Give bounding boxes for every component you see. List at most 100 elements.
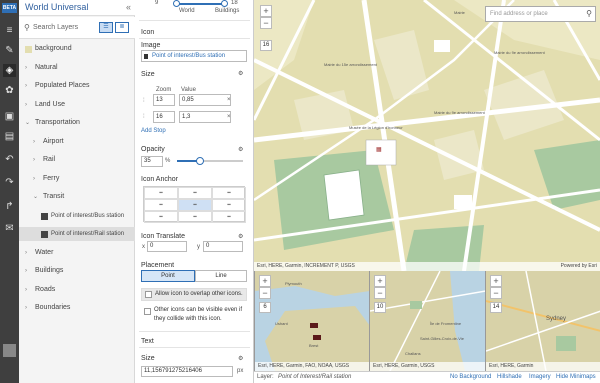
zoom-out-button[interactable]: − (260, 17, 272, 29)
layer-label: Populated Places (35, 82, 90, 89)
chevron-right-icon[interactable]: › (25, 264, 27, 278)
layer-item[interactable]: › Rail (19, 153, 135, 167)
settings-icon[interactable]: ⚙ (238, 355, 243, 362)
hamburger-icon[interactable]: ≡ (3, 24, 16, 37)
placement-line-button[interactable]: Line (195, 270, 247, 282)
zoom-max-handle[interactable] (221, 0, 228, 7)
zoom-in-button[interactable]: + (490, 275, 502, 287)
imagery-link[interactable]: Imagery (529, 372, 551, 383)
map-search[interactable]: Find address or place ⚲ (485, 6, 596, 22)
anchor-cell[interactable]: ▪▪ (212, 211, 246, 223)
layer-item[interactable]: › Populated Places (19, 79, 135, 93)
drag-handle-icon[interactable]: ⁞ (143, 98, 145, 104)
zoom-in-button[interactable]: + (259, 275, 271, 287)
chevron-right-icon[interactable]: › (25, 301, 27, 315)
layer-item[interactable]: › Roads (19, 283, 135, 297)
anchor-cell[interactable]: ▪▪ (178, 199, 212, 211)
hillshade-link[interactable]: Hillshade (497, 372, 522, 383)
anchor-cell[interactable]: ▪▪ (144, 187, 178, 199)
minimap-2[interactable]: + − 10 Île de Fromentine Saint-Gilles-Cr… (369, 271, 485, 371)
layer-item[interactable]: › Land Use (19, 98, 135, 112)
settings-icon[interactable]: ⚙ (238, 70, 243, 77)
stop-zoom-input[interactable]: 16 (153, 111, 175, 123)
layers-icon[interactable]: ◈ (3, 64, 16, 77)
chevron-right-icon[interactable]: › (25, 283, 27, 297)
remove-stop-icon[interactable]: × (227, 114, 231, 120)
avatar[interactable] (3, 344, 16, 357)
collapse-icon[interactable]: « (126, 2, 131, 12)
chevron-right-icon[interactable]: › (25, 61, 27, 75)
layer-item[interactable]: ⌄ Transit (19, 190, 135, 204)
opacity-input[interactable]: 35 (141, 156, 163, 167)
undo-icon[interactable]: ↶ (3, 153, 16, 166)
settings-icon[interactable]: ⚙ (238, 146, 243, 153)
chevron-down-icon[interactable]: ⌄ (33, 190, 38, 204)
palette-icon[interactable]: ✿ (3, 84, 16, 97)
placement-point-button[interactable]: Point (141, 270, 195, 282)
list-view-button[interactable]: ☰ (99, 22, 113, 33)
redo-icon[interactable]: ↷ (3, 176, 16, 189)
other-icons-checkbox[interactable] (144, 308, 151, 315)
anchor-cell[interactable]: ▪▪ (178, 187, 212, 199)
minimap-3[interactable]: + − 14 Sydney Esri, HERE, Garmin (485, 271, 600, 371)
save-as-icon[interactable]: ▤ (3, 130, 16, 143)
anchor-cell[interactable]: ▪▪ (212, 199, 246, 211)
zoom-range-slider[interactable]: 9 18 World Buildings (135, 0, 253, 17)
stop-value-input[interactable]: 0,85 (179, 94, 231, 106)
share-icon[interactable]: ↱ (3, 200, 16, 213)
translate-x-input[interactable]: 0 (147, 241, 187, 252)
chevron-right-icon[interactable]: › (33, 135, 35, 149)
layer-item[interactable]: Point of interest/Rail station (19, 227, 135, 241)
settings-icon[interactable]: ⚙ (238, 233, 243, 240)
layer-item[interactable]: Point of interest/Bus station (19, 209, 135, 223)
zoom-in-button[interactable]: + (260, 5, 272, 17)
pencil-icon[interactable]: ✎ (3, 44, 16, 57)
compact-view-button[interactable]: ≣ (115, 22, 129, 33)
map-search-input[interactable]: Find address or place (490, 11, 548, 17)
chevron-right-icon[interactable]: › (25, 79, 27, 93)
anchor-cell[interactable]: ▪▪ (144, 199, 178, 211)
no-background-link[interactable]: No Background (450, 372, 491, 383)
layer-item[interactable]: background (19, 42, 135, 56)
zoom-out-button[interactable]: − (259, 287, 271, 299)
text-size-input[interactable]: 11,156791275216406 (141, 366, 233, 377)
search-input[interactable]: Search Layers (33, 24, 78, 31)
zoom-in-button[interactable]: + (374, 275, 386, 287)
rail-station-icon[interactable]: ▦ (376, 146, 382, 153)
layer-item[interactable]: › Airport (19, 135, 135, 149)
layer-item[interactable]: › Buildings (19, 264, 135, 278)
stop-zoom-input[interactable]: 13 (153, 94, 175, 106)
opacity-slider-handle[interactable] (196, 157, 205, 165)
chevron-right-icon[interactable]: › (25, 98, 27, 112)
layer-item[interactable]: › Natural (19, 61, 135, 75)
search-icon[interactable]: ⚲ (586, 9, 592, 18)
layer-item[interactable]: ⌄ Transportation (19, 116, 135, 130)
layer-item[interactable]: › Water (19, 246, 135, 260)
main-map[interactable]: Find address or place ⚲ + − 16 Mairie du… (254, 0, 600, 271)
zoom-out-button[interactable]: − (490, 287, 502, 299)
hide-minimaps-link[interactable]: Hide Minimaps (556, 372, 596, 383)
anchor-cell[interactable]: ▪▪ (212, 187, 246, 199)
allow-overlap-checkbox[interactable] (145, 291, 152, 298)
mail-icon[interactable]: ✉ (3, 222, 16, 235)
add-stop-link[interactable]: Add Stop (141, 128, 166, 134)
minimap-1[interactable]: + − 6 Plymouth Ushant Brest Esri, HERE, … (254, 271, 369, 371)
chevron-right-icon[interactable]: › (25, 246, 27, 260)
chevron-right-icon[interactable]: › (33, 172, 35, 186)
allow-overlap-row[interactable]: Allow icon to overlap other icons. (141, 288, 247, 301)
zoom-min-handle[interactable] (173, 0, 180, 7)
layer-item[interactable]: › Ferry (19, 172, 135, 186)
opacity-slider[interactable] (177, 157, 243, 165)
translate-y-input[interactable]: 0 (203, 241, 243, 252)
anchor-cell[interactable]: ▪▪ (178, 211, 212, 223)
stop-value-input[interactable]: 1,3 (179, 111, 231, 123)
save-icon[interactable]: ▣ (3, 110, 16, 123)
chevron-right-icon[interactable]: › (33, 153, 35, 167)
zoom-out-button[interactable]: − (374, 287, 386, 299)
anchor-cell[interactable]: ▪▪ (144, 211, 178, 223)
chevron-down-icon[interactable]: ⌄ (25, 116, 30, 130)
image-select[interactable]: Point of interest/Bus station (141, 50, 247, 62)
remove-stop-icon[interactable]: × (227, 97, 231, 103)
drag-handle-icon[interactable]: ⁞ (143, 114, 145, 120)
layer-item[interactable]: › Boundaries (19, 301, 135, 315)
